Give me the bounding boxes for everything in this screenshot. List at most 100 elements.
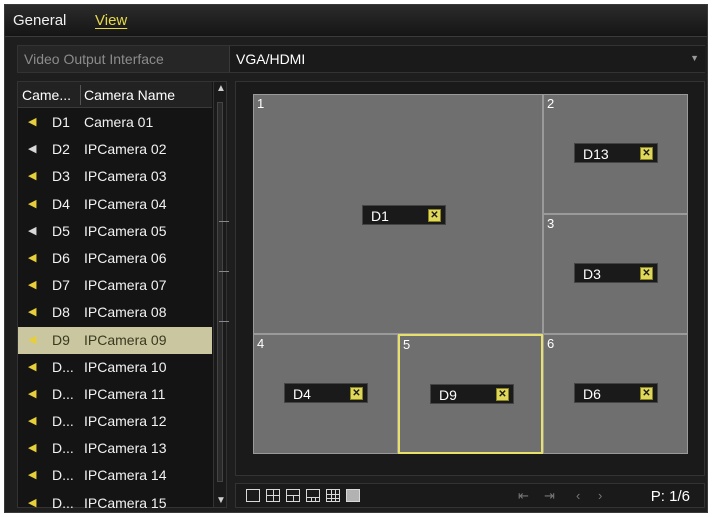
camera-number: D4 — [52, 195, 70, 212]
window-camera-tag: D4 ✕ — [284, 383, 368, 403]
layout-grid: 1 D1 ✕ 2 D13 ✕ 3 D3 ✕ 4 D4 ✕ 5 D9 ✕ 6 D6 ✕ — [235, 81, 705, 476]
window-camera-tag: D1 ✕ — [362, 205, 446, 225]
camera-number: D... — [52, 494, 74, 511]
video-output-label: Video Output Interface — [24, 51, 164, 67]
camera-name: IPCamera 02 — [84, 141, 167, 158]
first-page-icon[interactable]: ⇤ — [518, 488, 529, 504]
layout-8-icon[interactable] — [306, 489, 320, 502]
layout-window-6[interactable]: 6 D6 ✕ — [543, 334, 688, 454]
close-icon[interactable]: ✕ — [640, 387, 653, 400]
tab-bar: General View — [5, 5, 707, 37]
camera-number: D8 — [52, 304, 70, 321]
camera-name: IPCamera 04 — [84, 195, 167, 212]
camera-number: D3 — [52, 168, 70, 185]
close-icon[interactable]: ✕ — [428, 209, 441, 222]
camera-list-item[interactable]: ◀ D6 IPCamera 06 — [18, 245, 212, 272]
tab-general[interactable]: General — [13, 12, 66, 29]
scrollbar-thumb[interactable] — [217, 102, 229, 482]
layout-window-3[interactable]: 3 D3 ✕ — [543, 214, 688, 334]
camera-number: D9 — [52, 331, 70, 348]
camera-name: IPCamera 15 — [84, 494, 167, 511]
scroll-up-icon[interactable]: ▲ — [216, 83, 226, 94]
layout-16-icon[interactable] — [346, 489, 360, 502]
camera-list-item[interactable]: ◀ D8 IPCamera 08 — [18, 299, 212, 326]
camera-icon-active: ◀ — [28, 197, 37, 210]
camera-number: D... — [52, 413, 74, 430]
last-page-icon[interactable]: ⇥ — [544, 488, 555, 504]
window-number: 5 — [403, 337, 411, 352]
camera-list-rows: ◀ D1 Camera 01 ◀ D2 IPCamera 02 ◀ D3 IPCamera 03… — [18, 109, 212, 517]
column-header-camera-name[interactable]: Camera Name — [84, 87, 175, 103]
layout-1-icon[interactable] — [246, 489, 260, 502]
camera-name: IPCamera 05 — [84, 222, 167, 239]
camera-name: IPCamera 12 — [84, 413, 167, 430]
layout-window-4[interactable]: 4 D4 ✕ — [253, 334, 398, 454]
camera-list-item[interactable]: ◀ D1 Camera 01 — [18, 109, 212, 136]
camera-name: IPCamera 14 — [84, 467, 167, 484]
window-camera-tag: D6 ✕ — [574, 383, 658, 403]
camera-name: IPCamera 06 — [84, 249, 167, 266]
camera-number: D... — [52, 440, 74, 457]
camera-list-item[interactable]: ◀ D... IPCamera 15 — [18, 490, 212, 517]
camera-list-item[interactable]: ◀ D9 IPCamera 09 — [18, 326, 212, 354]
camera-name: IPCamera 11 — [84, 385, 166, 402]
layout-4-icon[interactable] — [266, 489, 280, 502]
window-number: 3 — [547, 216, 555, 231]
chevron-down-icon: ▼ — [690, 53, 699, 63]
camera-list-item[interactable]: ◀ D2 IPCamera 02 — [18, 136, 212, 163]
layout-window-2[interactable]: 2 D13 ✕ — [543, 94, 688, 214]
camera-icon-active: ◀ — [28, 333, 37, 346]
window-camera-label: D6 — [583, 386, 601, 402]
close-icon[interactable]: ✕ — [350, 387, 363, 400]
window-number: 2 — [547, 96, 555, 111]
camera-list-item[interactable]: ◀ D... IPCamera 13 — [18, 435, 212, 462]
close-icon[interactable]: ✕ — [640, 267, 653, 280]
camera-number: D7 — [52, 277, 70, 294]
close-icon[interactable]: ✕ — [640, 147, 653, 160]
camera-icon-active: ◀ — [28, 387, 37, 400]
camera-list-item[interactable]: ◀ D7 IPCamera 07 — [18, 272, 212, 299]
camera-list-item[interactable]: ◀ D... IPCamera 14 — [18, 462, 212, 489]
column-divider[interactable] — [80, 85, 81, 105]
camera-list-item[interactable]: ◀ D5 IPCamera 05 — [18, 218, 212, 245]
layout-6-icon[interactable] — [286, 489, 300, 502]
column-header-camera-no[interactable]: Came... — [22, 87, 71, 103]
layout-window-1[interactable]: 1 D1 ✕ — [253, 94, 543, 334]
camera-icon-active: ◀ — [28, 469, 37, 482]
prev-page-icon[interactable]: ‹ — [576, 488, 580, 503]
camera-list-item[interactable]: ◀ D... IPCamera 12 — [18, 408, 212, 435]
video-output-value: VGA/HDMI — [236, 51, 306, 67]
camera-list-item[interactable]: ◀ D... IPCamera 11 — [18, 381, 212, 408]
video-output-select[interactable]: VGA/HDMI ▼ — [229, 46, 705, 72]
scroll-down-icon[interactable]: ▼ — [216, 495, 226, 506]
camera-list-item[interactable]: ◀ D3 IPCamera 03 — [18, 163, 212, 190]
camera-list-item[interactable]: ◀ D... IPCamera 10 — [18, 354, 212, 381]
tab-view[interactable]: View — [95, 12, 127, 29]
camera-name: IPCamera 08 — [84, 304, 167, 321]
window-camera-tag: D9 ✕ — [430, 384, 514, 404]
next-page-icon[interactable]: › — [598, 488, 602, 503]
close-icon[interactable]: ✕ — [496, 388, 509, 401]
window-camera-label: D13 — [583, 146, 609, 162]
window-camera-label: D9 — [439, 387, 457, 403]
layout-window-5[interactable]: 5 D9 ✕ — [398, 334, 543, 454]
window-camera-label: D1 — [371, 208, 389, 224]
camera-list-scrollbar[interactable]: ▲ ▼ — [213, 82, 229, 507]
camera-name: IPCamera 03 — [84, 168, 167, 185]
window-camera-label: D4 — [293, 386, 311, 402]
camera-list-item[interactable]: ◀ D4 IPCamera 04 — [18, 191, 212, 218]
layout-9-icon[interactable] — [326, 489, 340, 502]
camera-icon-inactive: ◀ — [28, 224, 37, 237]
window-camera-label: D3 — [583, 266, 601, 282]
camera-icon-active: ◀ — [28, 306, 37, 319]
window-number: 6 — [547, 336, 555, 351]
camera-name: IPCamera 13 — [84, 440, 167, 457]
scroll-tick — [219, 271, 229, 272]
window-number: 4 — [257, 336, 265, 351]
camera-icon-inactive: ◀ — [28, 143, 37, 156]
camera-number: D2 — [52, 141, 70, 158]
scroll-tick — [219, 221, 229, 222]
camera-number: D1 — [52, 114, 70, 130]
camera-icon-active: ◀ — [28, 442, 37, 455]
camera-icon-active: ◀ — [28, 170, 37, 183]
